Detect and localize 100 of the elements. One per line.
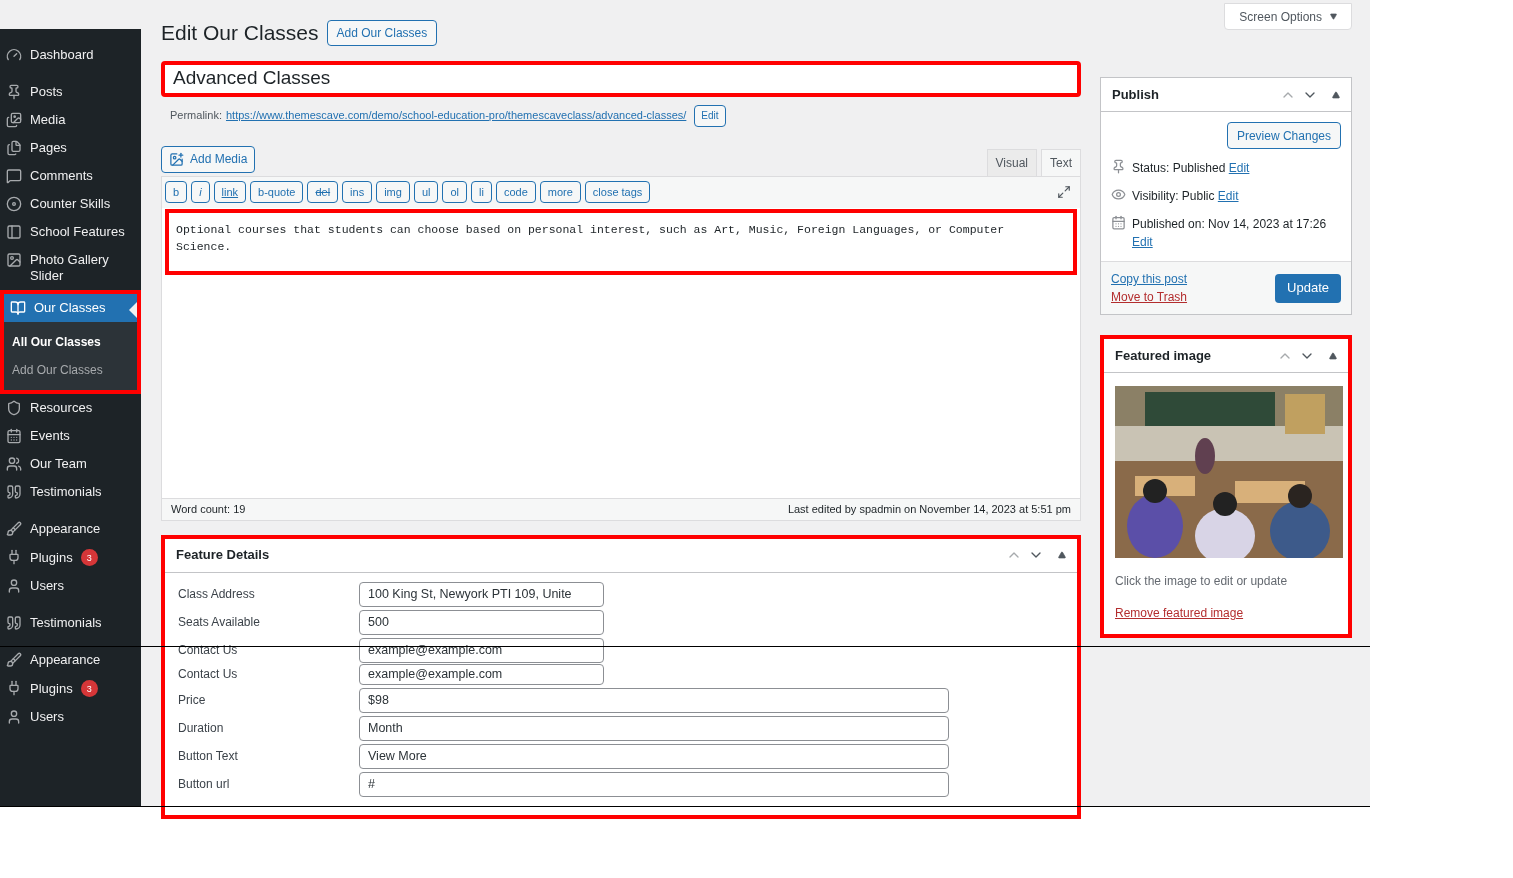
field-label: Button url bbox=[178, 776, 231, 793]
sidebar-item[interactable]: Our Team bbox=[0, 450, 141, 478]
text-field[interactable]: 100 King St, Newyork PTI 109, Unite bbox=[359, 581, 604, 607]
content-textarea[interactable]: Optional courses that students can choose based on personal interest, such as Art, Music, Foreign Languages, or Computer Science. bbox=[165, 208, 1077, 275]
sidebar-label: Events bbox=[30, 428, 70, 444]
word-count: Word count: 19 bbox=[171, 501, 246, 517]
collapse-icon[interactable] bbox=[1329, 351, 1337, 360]
remove-image-link[interactable]: Remove featured image bbox=[1115, 604, 1337, 622]
sidebar-label: School Features bbox=[30, 224, 125, 240]
image-icon bbox=[6, 252, 22, 268]
title-field[interactable]: Advanced Classes bbox=[161, 60, 1081, 97]
sidebar-label: Resources bbox=[30, 400, 93, 416]
quicktag-button[interactable]: b bbox=[165, 181, 188, 203]
sidebar-item[interactable]: Pages bbox=[0, 134, 141, 162]
sidebar-item[interactable]: Events bbox=[0, 422, 141, 450]
sidebar-label: Our Classes bbox=[34, 300, 106, 316]
calendar-icon bbox=[6, 428, 22, 444]
quicktag-button[interactable]: del bbox=[307, 181, 339, 203]
text-field[interactable]: $98 bbox=[359, 687, 949, 713]
sidebar-label: Our Team bbox=[30, 456, 87, 472]
field-label: Button Text bbox=[178, 748, 239, 765]
submenu-item[interactable]: All Our Classes bbox=[4, 328, 137, 356]
sidebar-item[interactable]: Comments bbox=[0, 162, 141, 190]
sidebar-label: Appearance bbox=[30, 652, 101, 668]
quicktag-button[interactable]: li bbox=[471, 181, 492, 203]
eye-icon bbox=[1111, 187, 1126, 202]
add-new-button[interactable]: Add Our Classes bbox=[326, 19, 438, 46]
quicktag-button[interactable]: ol bbox=[442, 181, 467, 203]
quicktag-button[interactable]: img bbox=[376, 181, 410, 203]
text-field[interactable]: # bbox=[359, 771, 949, 797]
field-label: Seats Available bbox=[178, 614, 261, 631]
text-field[interactable]: Month bbox=[359, 715, 949, 741]
media-icon bbox=[169, 151, 184, 167]
gauge-icon bbox=[6, 47, 22, 63]
fullscreen-icon[interactable] bbox=[1057, 185, 1071, 199]
permalink-label: Permalink: bbox=[170, 108, 222, 124]
quicktag-button[interactable]: ins bbox=[342, 181, 373, 203]
quicktag-button[interactable]: close tags bbox=[584, 181, 651, 203]
sidebar-item[interactable]: Plugins 3 bbox=[0, 543, 141, 572]
add-media-button[interactable]: Add Media bbox=[161, 145, 256, 173]
sidebar-item[interactable]: School Features bbox=[0, 218, 141, 246]
sidebar-item[interactable]: Our Classes bbox=[4, 294, 137, 322]
quote-icon bbox=[6, 615, 22, 631]
quote-icon bbox=[6, 484, 22, 500]
sidebar-item[interactable]: Users bbox=[0, 703, 141, 731]
quicktag-button[interactable]: b-quote bbox=[250, 181, 304, 203]
sidebar-label: Comments bbox=[30, 168, 93, 184]
collapse-icon[interactable] bbox=[1332, 90, 1340, 99]
sidebar-item[interactable]: Dashboard bbox=[0, 41, 141, 69]
edit-link[interactable]: Edit bbox=[1228, 161, 1250, 175]
sidebar-item[interactable]: Posts bbox=[0, 78, 141, 106]
editor-tab[interactable]: Text bbox=[1041, 148, 1081, 176]
count-badge: 3 bbox=[80, 549, 98, 566]
sidebar-label: Plugins 3 bbox=[30, 549, 98, 566]
plug-icon bbox=[6, 680, 22, 696]
user-icon bbox=[6, 709, 22, 725]
sidebar-item[interactable]: Testimonials bbox=[0, 478, 141, 506]
sidebar-item[interactable]: Users bbox=[0, 572, 141, 600]
text-field[interactable]: 500 bbox=[359, 609, 604, 635]
disc-icon bbox=[6, 196, 22, 212]
sidebar-item[interactable]: Resources bbox=[0, 394, 141, 422]
comment-icon bbox=[6, 168, 22, 184]
sidebar-item[interactable]: Counter Skills bbox=[0, 190, 141, 218]
quicktag-button[interactable]: code bbox=[495, 181, 536, 203]
team-icon bbox=[6, 456, 22, 472]
text-field[interactable]: example@example.com bbox=[359, 637, 604, 663]
text-field[interactable]: View More bbox=[359, 743, 949, 769]
page-title: Edit Our Classes bbox=[161, 20, 319, 46]
editor-tab[interactable]: Visual bbox=[986, 148, 1037, 176]
sidebar-item[interactable]: Media bbox=[0, 106, 141, 134]
screen-options-button[interactable]: Screen Options bbox=[1224, 3, 1352, 30]
collapse-icon[interactable] bbox=[1058, 551, 1066, 559]
quicktag-button[interactable]: more bbox=[539, 181, 581, 203]
sidebar-item[interactable]: Photo Gallery Slider bbox=[0, 246, 141, 290]
pin-icon bbox=[6, 84, 22, 100]
permalink-link[interactable]: https://www.themescave.com/demo/school-education-pro/themescaveclass/advanced-classes/ bbox=[225, 107, 687, 124]
plug-icon bbox=[6, 549, 22, 565]
sidebar-item[interactable]: Appearance bbox=[0, 646, 141, 674]
sidebar-label: Users bbox=[30, 709, 64, 725]
sidebar-label: Dashboard bbox=[30, 47, 94, 63]
quicktag-button[interactable]: link bbox=[213, 181, 247, 203]
shield-icon bbox=[6, 400, 22, 416]
copy-post-link[interactable]: Copy this post bbox=[1111, 270, 1188, 288]
brush-icon bbox=[6, 652, 22, 668]
box-title: Feature Details bbox=[176, 546, 270, 565]
quicktag-button[interactable]: i bbox=[191, 181, 210, 203]
text-field[interactable]: example@example.com bbox=[359, 663, 604, 685]
sidebar-item[interactable]: Testimonials bbox=[0, 609, 141, 637]
sidebar-item[interactable]: Appearance bbox=[0, 515, 141, 543]
submenu-item[interactable]: Add Our Classes bbox=[4, 356, 137, 384]
update-button[interactable]: Update bbox=[1275, 273, 1341, 303]
edit-link[interactable]: Edit bbox=[1217, 189, 1239, 203]
sidebar-item[interactable]: Plugins 3 bbox=[0, 674, 141, 703]
last-edited: Last edited by spadmin on November 14, 2023 at 5:51 pm bbox=[787, 501, 1071, 517]
caret-icon bbox=[1330, 13, 1337, 20]
edit-link[interactable]: Edit bbox=[1132, 235, 1153, 249]
preview-changes-button[interactable]: Preview Changes bbox=[1226, 122, 1341, 149]
quicktag-button[interactable]: ul bbox=[413, 181, 439, 203]
trash-link[interactable]: Move to Trash bbox=[1111, 288, 1188, 306]
edit-permalink-button[interactable]: Edit bbox=[694, 104, 726, 127]
